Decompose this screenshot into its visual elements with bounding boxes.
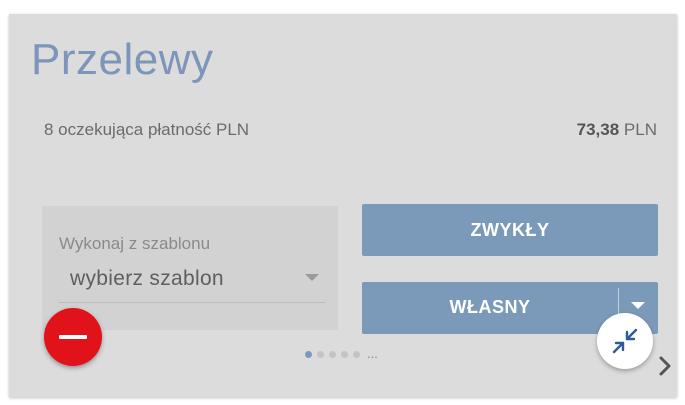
pagination-dot[interactable]	[317, 350, 324, 358]
zwykly-transfer-button[interactable]: ZWYKŁY	[362, 204, 658, 256]
template-selected-value: wybierz szablon	[70, 267, 224, 290]
minus-icon	[59, 335, 87, 339]
pending-amount: 73,38 PLN	[577, 120, 657, 140]
caret-down-icon	[631, 302, 645, 309]
pagination-dot[interactable]	[341, 350, 348, 358]
caret-down-icon	[305, 274, 319, 281]
collapse-arrows-icon	[612, 328, 638, 354]
payments-card: Przelewy 8 oczekująca płatność PLN 73,38…	[9, 14, 677, 397]
pagination-dot[interactable]	[353, 350, 360, 358]
pending-payments-text[interactable]: 8 oczekująca płatność PLN	[44, 120, 249, 140]
collapse-fab-button[interactable]	[597, 313, 653, 369]
wlasny-transfer-button[interactable]: WŁASNY	[362, 282, 618, 334]
amount-currency: PLN	[623, 120, 657, 139]
chevron-right-icon[interactable]	[659, 356, 671, 381]
pagination-more: ...	[367, 346, 378, 361]
card-title: Przelewy	[31, 35, 214, 84]
minus-fab-button[interactable]	[44, 308, 102, 366]
pagination-dots: ...	[305, 346, 378, 361]
template-select[interactable]: wybierz szablon	[59, 262, 325, 303]
template-label: Wykonaj z szablonu	[59, 234, 211, 253]
amount-value: 73,38	[576, 120, 620, 139]
pagination-dot[interactable]	[305, 350, 312, 358]
pagination-dot[interactable]	[329, 350, 336, 358]
